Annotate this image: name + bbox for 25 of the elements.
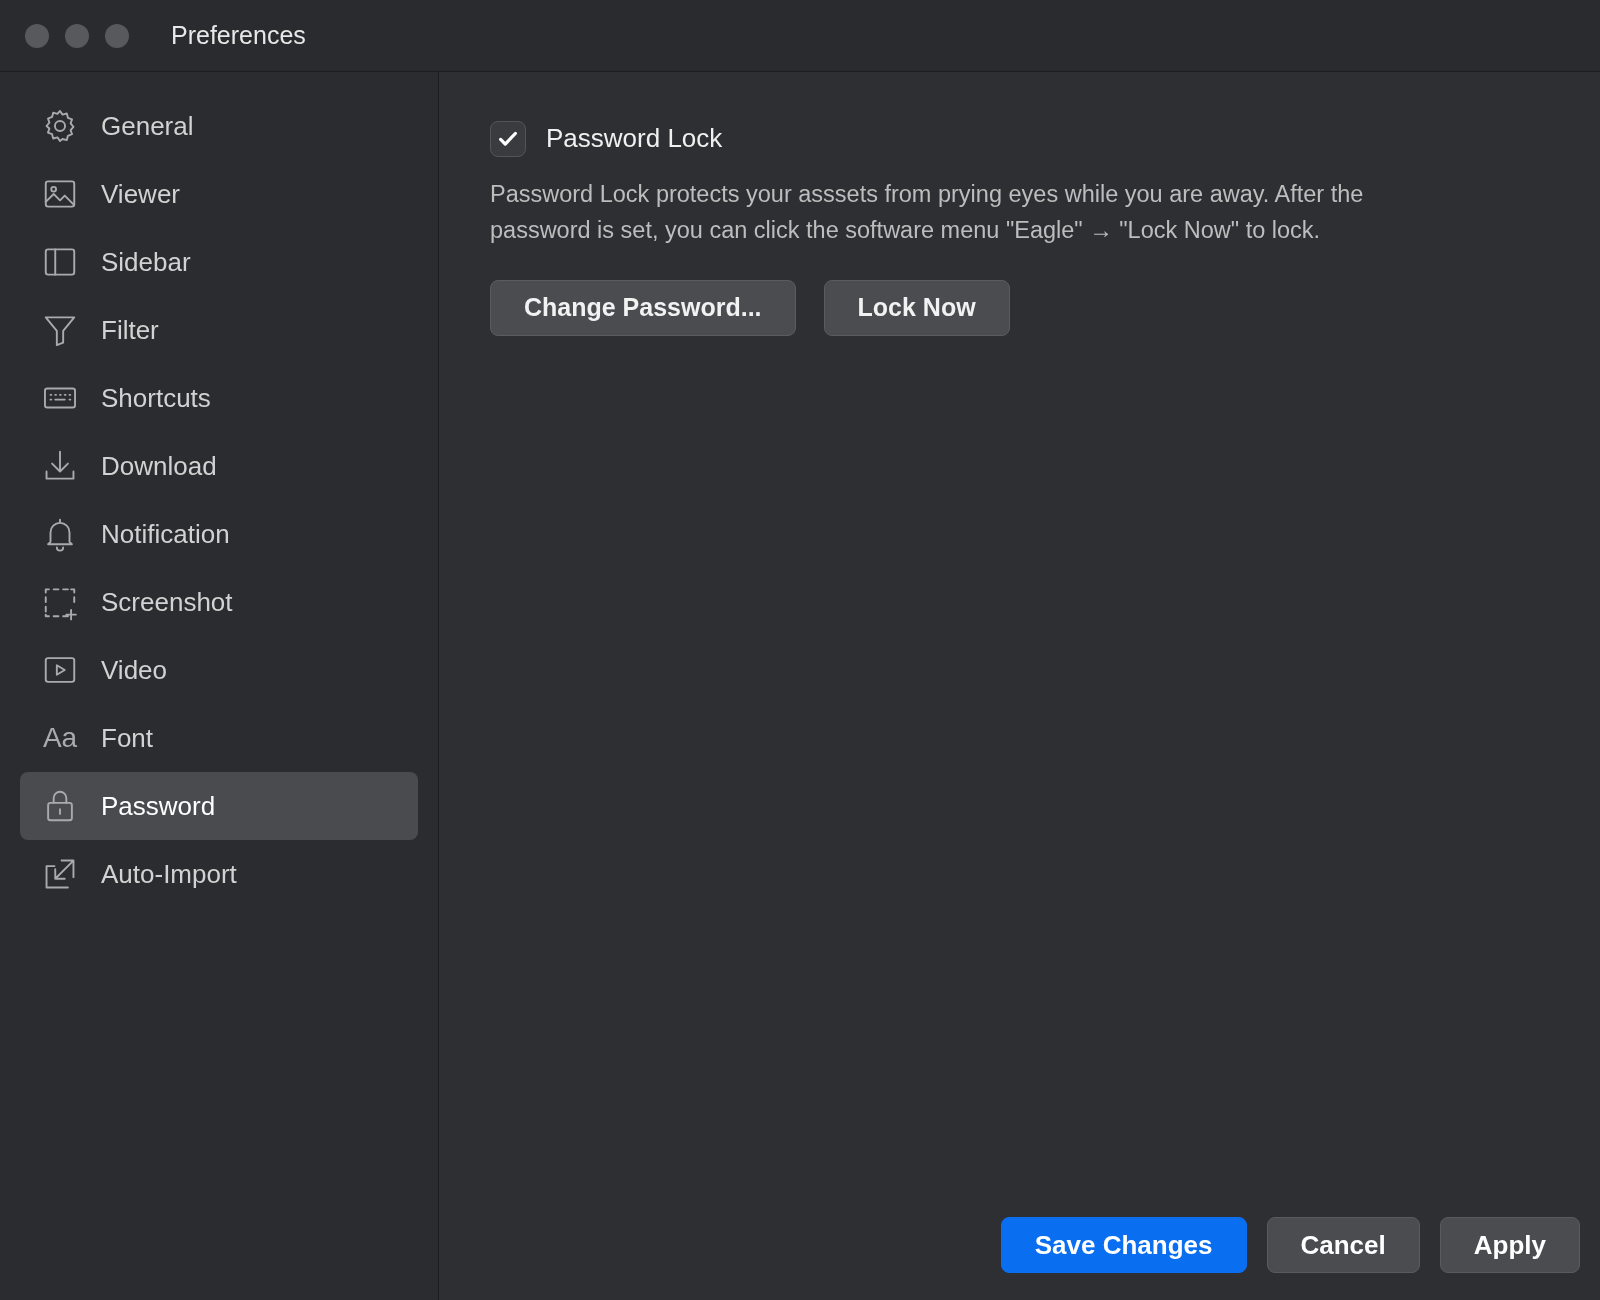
checkbox[interactable]: [490, 120, 526, 157]
dialog-button[interactable]: Apply: [1439, 1217, 1580, 1273]
sidebar-item[interactable]: Notification: [20, 500, 418, 568]
sidebar-item[interactable]: Auto-Import: [20, 840, 418, 908]
close-window-icon[interactable]: [25, 23, 49, 48]
sidebar-item[interactable]: Sidebar: [20, 228, 418, 296]
sidebar-item[interactable]: Viewer: [20, 160, 418, 228]
checkbox-label: Password Lock: [546, 122, 723, 155]
sidebar-item[interactable]: Screenshot: [20, 568, 418, 636]
sidebar-item[interactable]: General: [20, 92, 418, 160]
action-button[interactable]: Lock Now: [823, 280, 1010, 336]
sidebar-item[interactable]: Video: [20, 636, 418, 704]
sidebar-item[interactable]: Download: [20, 432, 418, 500]
minimize-window-icon[interactable]: [65, 23, 89, 48]
zoom-window-icon[interactable]: [105, 23, 129, 48]
save-button[interactable]: Save Changes: [1000, 1217, 1247, 1273]
window-title: Preferences: [171, 19, 306, 51]
sidebar-item[interactable]: Shortcuts: [20, 364, 418, 432]
action-button[interactable]: Change Password...: [490, 280, 796, 336]
sidebar-item[interactable]: Password: [20, 772, 418, 840]
description-text: Password Lock protects your asssets from prying eyes while you are away. After the password is set, you can click the software menu "Eagle" → "Lock Now" to lock.: [490, 180, 1365, 245]
sidebar-item[interactable]: Filter: [20, 296, 418, 364]
sidebar-item[interactable]: Aa Font: [20, 704, 418, 772]
dialog-button[interactable]: Cancel: [1266, 1217, 1420, 1273]
font-icon: Aa: [41, 719, 79, 757]
